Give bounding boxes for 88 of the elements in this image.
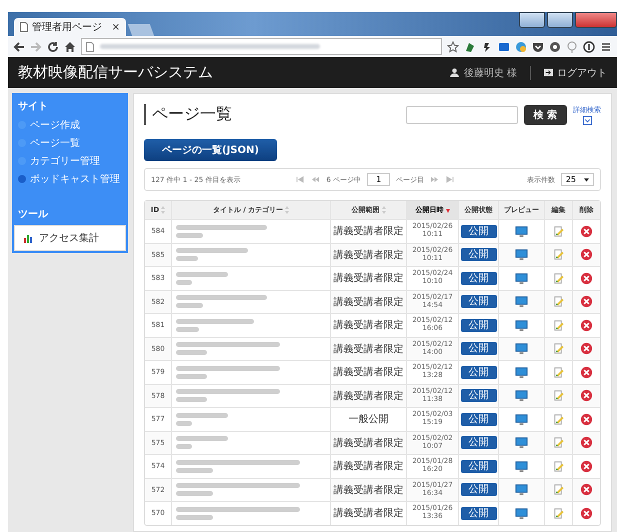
page-title: ページ一覧 [144, 104, 400, 125]
table-cell: 講義受講者限定 [330, 384, 406, 407]
user-name: 後藤明史 様 [464, 66, 517, 80]
page-number-field[interactable]: 1 [367, 173, 390, 186]
table-cell: 講義受講者限定 [330, 244, 406, 266]
search-button[interactable]: 検 索 [524, 104, 567, 124]
monitor-icon[interactable] [515, 460, 528, 473]
bookmark-star-icon[interactable] [447, 40, 459, 52]
extension-icon[interactable] [549, 40, 561, 52]
monitor-icon[interactable] [515, 436, 528, 450]
redacted-title [176, 248, 248, 262]
sidebar-heading: サイト [17, 100, 49, 114]
delete-icon[interactable] [580, 272, 593, 285]
app-title: 教材映像配信サーバシステム [18, 63, 214, 82]
status-button[interactable]: 公開 [460, 248, 496, 262]
minimize-button[interactable] [519, 12, 545, 28]
delete-icon[interactable] [580, 389, 593, 402]
per-page-select[interactable]: 25 [560, 173, 594, 186]
sidebar-heading: ツール [17, 208, 50, 222]
monitor-icon[interactable] [515, 224, 528, 238]
home-icon[interactable] [64, 40, 76, 52]
logout-link[interactable]: ログアウト [544, 66, 607, 80]
sidebar-item[interactable]: ページ一覧 [12, 135, 128, 151]
sidebar-item[interactable]: ポッドキャスト管理 [12, 171, 128, 187]
monitor-icon[interactable] [515, 318, 528, 332]
logout-icon [544, 68, 553, 77]
delete-icon[interactable] [580, 436, 593, 450]
extension-icon[interactable] [481, 40, 493, 52]
info-icon[interactable] [583, 40, 595, 52]
maximize-button[interactable] [547, 12, 573, 28]
bar-chart-icon [23, 233, 33, 243]
table-cell: 講義受講者限定 [330, 432, 406, 454]
redacted-title [176, 272, 228, 285]
table-cell: 講義受講者限定 [330, 338, 406, 360]
monitor-icon[interactable] [515, 389, 528, 402]
tab-close-button[interactable]: × [112, 22, 120, 32]
table-cell: 講義受講者限定 [330, 478, 406, 501]
json-list-button[interactable]: ページの一覧(JSON) [144, 139, 277, 161]
status-button[interactable]: 公開 [460, 295, 496, 308]
delete-icon[interactable] [580, 483, 593, 496]
search-field[interactable] [406, 106, 518, 124]
delete-icon[interactable] [580, 224, 593, 238]
monitor-icon[interactable] [515, 342, 528, 356]
status-button[interactable]: 公開 [460, 224, 496, 238]
status-button[interactable]: 公開 [460, 483, 496, 496]
redacted-title [176, 412, 228, 426]
status-button[interactable]: 公開 [460, 389, 496, 402]
expand-icon[interactable] [582, 116, 592, 124]
monitor-icon[interactable] [515, 295, 528, 308]
table-cell: 講義受講者限定 [330, 290, 406, 313]
status-button[interactable]: 公開 [460, 318, 496, 332]
pocket-icon[interactable] [532, 40, 544, 52]
browser-tab[interactable]: 管理者用ページ × [14, 18, 126, 36]
status-button[interactable]: 公開 [460, 412, 496, 426]
monitor-icon[interactable] [515, 506, 528, 520]
status-button[interactable]: 公開 [460, 366, 496, 379]
sort-descending-icon[interactable] [446, 206, 450, 214]
page-icon [20, 22, 28, 32]
delete-icon[interactable] [580, 248, 593, 262]
delete-icon[interactable] [580, 295, 593, 308]
monitor-icon[interactable] [515, 412, 528, 426]
sidebar-item[interactable]: ページ作成 [12, 117, 128, 133]
delete-icon[interactable] [580, 412, 593, 426]
status-button[interactable]: 公開 [460, 506, 496, 520]
monitor-icon[interactable] [515, 272, 528, 285]
delete-icon[interactable] [580, 342, 593, 356]
monitor-icon[interactable] [515, 483, 528, 496]
status-button[interactable]: 公開 [460, 436, 496, 450]
delete-icon[interactable] [580, 460, 593, 473]
delete-icon[interactable] [580, 366, 593, 379]
sidebar-item[interactable]: カテゴリー管理 [12, 153, 128, 169]
redacted-title [176, 436, 228, 450]
delete-icon[interactable] [580, 506, 593, 520]
status-button[interactable]: 公開 [460, 460, 496, 473]
delete-icon[interactable] [580, 318, 593, 332]
caret-icon [584, 178, 589, 182]
back-icon[interactable] [13, 40, 25, 52]
monitor-icon[interactable] [515, 248, 528, 262]
menu-icon[interactable] [600, 40, 612, 52]
status-button[interactable]: 公開 [460, 272, 496, 285]
monitor-icon[interactable] [515, 366, 528, 379]
status-button[interactable]: 公開 [460, 342, 496, 356]
close-button[interactable] [575, 12, 617, 28]
user-icon [450, 68, 459, 77]
tab-title: 管理者用ページ [32, 20, 103, 34]
sidebar-item[interactable]: アクセス集計 [15, 226, 125, 250]
table-cell: 講義受講者限定 [330, 502, 406, 524]
reload-icon[interactable] [47, 40, 59, 52]
